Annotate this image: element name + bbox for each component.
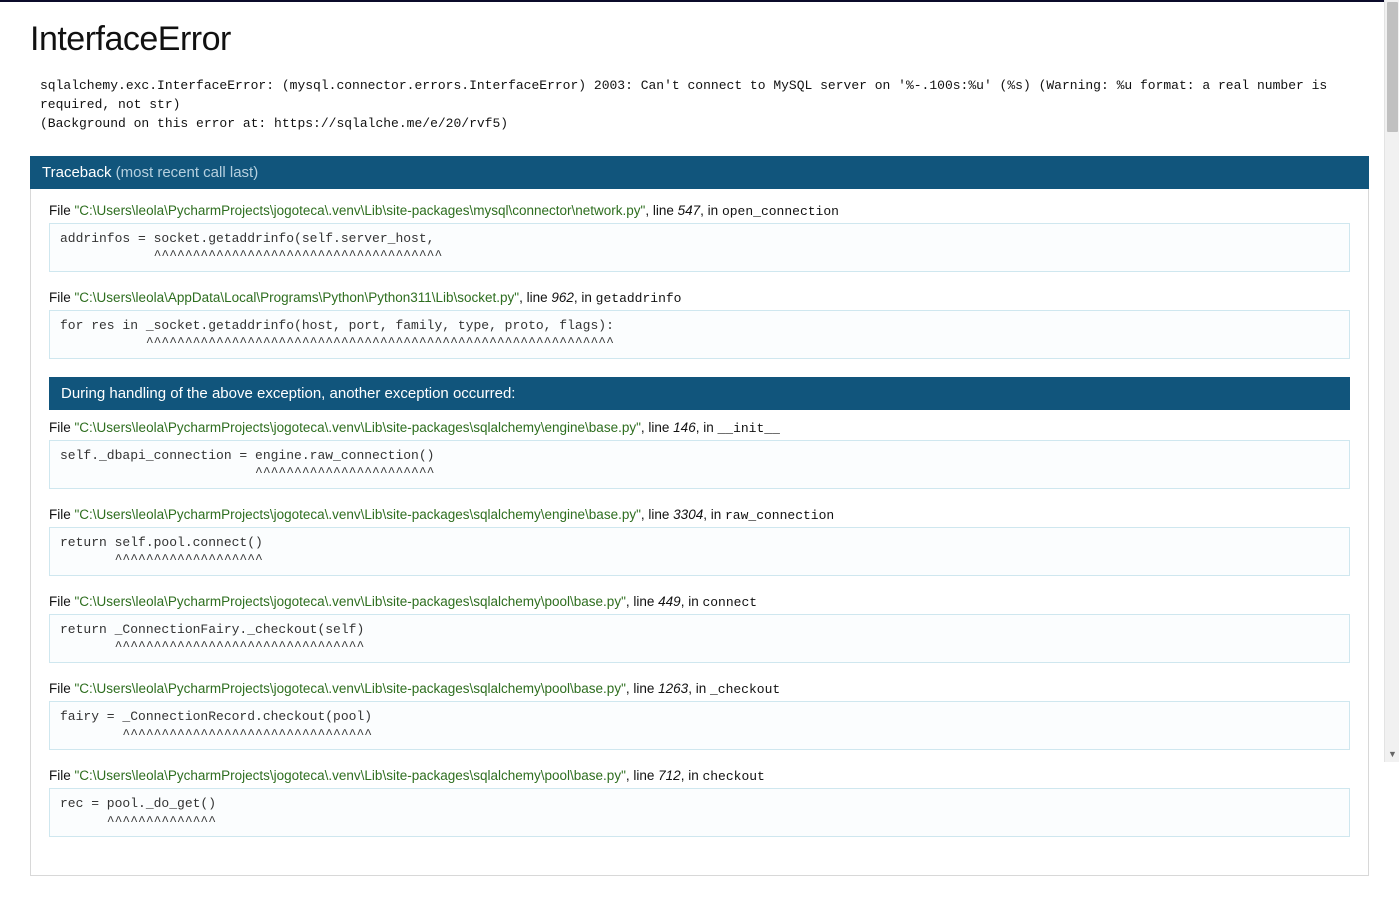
label-in: , in [681, 594, 703, 609]
traceback-frame[interactable]: File "C:\Users\leola\PycharmProjects\jog… [49, 507, 1350, 576]
label-in: , in [700, 203, 722, 218]
frame-path: "C:\Users\leola\PycharmProjects\jogoteca… [75, 594, 626, 609]
frame-header: File "C:\Users\leola\PycharmProjects\jog… [49, 507, 1350, 523]
label-line: , line [626, 768, 658, 783]
frame-code[interactable]: rec = pool._do_get() ^^^^^^^^^^^^^^ [49, 788, 1350, 837]
frame-function: checkout [702, 769, 764, 784]
frame-code[interactable]: return self.pool.connect() ^^^^^^^^^^^^^… [49, 527, 1350, 576]
label-in: , in [681, 768, 703, 783]
frame-header: File "C:\Users\leola\AppData\Local\Progr… [49, 290, 1350, 306]
traceback-body: File "C:\Users\leola\PycharmProjects\jog… [30, 189, 1369, 877]
label-in: , in [574, 290, 596, 305]
frame-code[interactable]: self._dbapi_connection = engine.raw_conn… [49, 440, 1350, 489]
frame-path: "C:\Users\leola\PycharmProjects\jogoteca… [75, 203, 646, 218]
frame-code[interactable]: for res in _socket.getaddrinfo(host, por… [49, 310, 1350, 359]
frame-path: "C:\Users\leola\PycharmProjects\jogoteca… [75, 681, 626, 696]
frame-line-number: 146 [673, 420, 696, 435]
frame-code[interactable]: return _ConnectionFairy._checkout(self) … [49, 614, 1350, 663]
frame-line-number: 712 [658, 768, 681, 783]
frame-path: "C:\Users\leola\PycharmProjects\jogoteca… [75, 420, 641, 435]
frame-line-number: 1263 [658, 681, 688, 696]
frame-path: "C:\Users\leola\PycharmProjects\jogoteca… [75, 507, 641, 522]
error-message: sqlalchemy.exc.InterfaceError: (mysql.co… [40, 77, 1369, 134]
post-exception-frames: File "C:\Users\leola\PycharmProjects\jog… [49, 420, 1350, 837]
label-in: , in [696, 420, 718, 435]
frame-path: "C:\Users\leola\AppData\Local\Programs\P… [75, 290, 520, 305]
frame-code[interactable]: addrinfos = socket.getaddrinfo(self.serv… [49, 223, 1350, 272]
label-file: File [49, 290, 75, 305]
label-file: File [49, 681, 75, 696]
traceback-frame[interactable]: File "C:\Users\leola\PycharmProjects\jog… [49, 594, 1350, 663]
error-page: InterfaceError sqlalchemy.exc.InterfaceE… [0, 2, 1399, 916]
frame-function: _checkout [710, 682, 780, 697]
frame-header: File "C:\Users\leola\PycharmProjects\jog… [49, 203, 1350, 219]
traceback-title: Traceback [42, 164, 111, 181]
label-file: File [49, 507, 75, 522]
label-line: , line [519, 290, 551, 305]
frame-line-number: 962 [551, 290, 574, 305]
label-in: , in [688, 681, 710, 696]
frame-function: __init__ [717, 421, 779, 436]
pre-exception-frames: File "C:\Users\leola\PycharmProjects\jog… [49, 203, 1350, 359]
frame-line-number: 3304 [673, 507, 703, 522]
label-file: File [49, 203, 75, 218]
frame-function: raw_connection [725, 508, 834, 523]
label-file: File [49, 420, 75, 435]
traceback-frame[interactable]: File "C:\Users\leola\PycharmProjects\jog… [49, 420, 1350, 489]
frame-header: File "C:\Users\leola\PycharmProjects\jog… [49, 420, 1350, 436]
frame-header: File "C:\Users\leola\PycharmProjects\jog… [49, 681, 1350, 697]
label-line: , line [626, 681, 658, 696]
traceback-header: Traceback (most recent call last) [30, 156, 1369, 189]
label-line: , line [641, 420, 673, 435]
page-title: InterfaceError [30, 20, 1369, 59]
traceback-section: Traceback (most recent call last) File "… [30, 156, 1369, 877]
traceback-frame[interactable]: File "C:\Users\leola\PycharmProjects\jog… [49, 768, 1350, 837]
traceback-frame[interactable]: File "C:\Users\leola\PycharmProjects\jog… [49, 203, 1350, 272]
scroll-down-icon[interactable]: ▼ [1385, 747, 1399, 762]
frame-path: "C:\Users\leola\PycharmProjects\jogoteca… [75, 768, 626, 783]
traceback-frame[interactable]: File "C:\Users\leola\PycharmProjects\jog… [49, 681, 1350, 750]
frame-function: connect [702, 595, 757, 610]
frame-header: File "C:\Users\leola\PycharmProjects\jog… [49, 594, 1350, 610]
during-exception-header: During handling of the above exception, … [49, 377, 1350, 410]
label-in: , in [703, 507, 725, 522]
label-line: , line [626, 594, 658, 609]
label-line: , line [645, 203, 677, 218]
traceback-frame[interactable]: File "C:\Users\leola\AppData\Local\Progr… [49, 290, 1350, 359]
frame-function: getaddrinfo [596, 291, 682, 306]
label-file: File [49, 594, 75, 609]
frame-code[interactable]: fairy = _ConnectionRecord.checkout(pool)… [49, 701, 1350, 750]
frame-line-number: 449 [658, 594, 681, 609]
frame-header: File "C:\Users\leola\PycharmProjects\jog… [49, 768, 1350, 784]
frame-function: open_connection [722, 204, 839, 219]
label-file: File [49, 768, 75, 783]
scrollbar[interactable]: ▲ ▼ [1384, 0, 1399, 762]
label-line: , line [641, 507, 673, 522]
scroll-thumb[interactable] [1387, 2, 1398, 132]
frame-line-number: 547 [678, 203, 701, 218]
traceback-subtitle: (most recent call last) [116, 164, 259, 181]
